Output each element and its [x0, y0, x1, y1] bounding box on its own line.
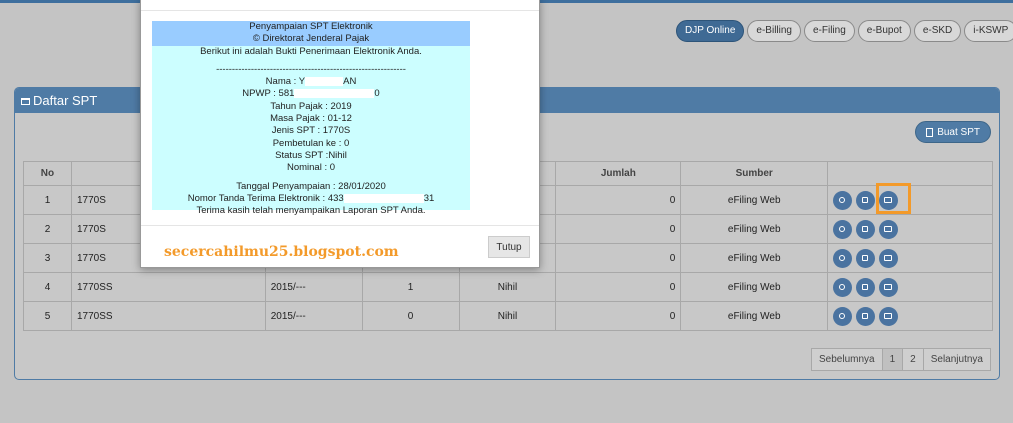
- receipt-status-spt: Status SPT :Nihil: [275, 149, 347, 161]
- cell-no: 3: [23, 243, 72, 273]
- cell-sumber: eFiling Web: [680, 301, 829, 331]
- pagination: Sebelumnya 1 2 Selanjutnya: [811, 348, 991, 371]
- cell-actions: [827, 272, 993, 302]
- inbox-icon[interactable]: [856, 219, 876, 239]
- cell-no: 5: [23, 301, 72, 331]
- cell-jumlah: 0: [555, 301, 682, 331]
- cell-status: Nihil: [458, 272, 557, 302]
- nav-djp-online[interactable]: DJP Online: [676, 20, 745, 42]
- cell-form: 1770SS: [70, 301, 266, 331]
- nav-e-filing[interactable]: e-Filing: [803, 20, 855, 42]
- redaction-mask: [305, 77, 344, 87]
- table-row: 4 1770SS 2015/--- 1 Nihil 0 eFiling Web: [23, 272, 993, 302]
- receipt-thanks: Terima kasih telah menyampaikan Laporan …: [196, 205, 426, 217]
- cell-no: 2: [23, 214, 72, 244]
- redaction-mask: [343, 193, 424, 203]
- receipt-npwp: NPWP : 581 0: [242, 88, 380, 100]
- cell-jumlah: 0: [555, 272, 682, 302]
- print-icon[interactable]: [879, 248, 899, 268]
- receipt-jenis-spt: Jenis SPT : 1770S: [271, 125, 351, 137]
- col-sumber: Sumber: [680, 161, 829, 186]
- search-icon[interactable]: [833, 248, 853, 268]
- receipt-tanggal: Tanggal Penyampaian : 28/01/2020: [236, 180, 386, 192]
- receipt-nominal: Nominal : 0: [286, 162, 336, 174]
- cell-sumber: eFiling Web: [680, 272, 829, 302]
- cell-no: 4: [23, 272, 72, 302]
- cell-actions: [827, 214, 993, 244]
- receipt-ntte: Nomor Tanda Terima Elektronik : 433 31: [187, 192, 435, 204]
- cell-no: 1: [23, 185, 72, 215]
- inbox-icon[interactable]: [856, 277, 876, 297]
- receipt-title: Penyampaian SPT Elektronik: [249, 21, 373, 32]
- receipt-modal: Penyampaian SPT Elektronik © Direktorat …: [140, 0, 540, 268]
- print-icon[interactable]: [879, 306, 899, 326]
- nav-i-kswp[interactable]: i-KSWP: [964, 20, 1013, 42]
- table-row: 5 1770SS 2015/--- 0 Nihil 0 eFiling Web: [23, 301, 993, 331]
- blog-watermark: secercahilmu25.blogspot.com: [164, 244, 399, 260]
- buat-spt-button[interactable]: Buat SPT: [915, 121, 991, 143]
- receipt-copyright: © Direktorat Jenderal Pajak: [252, 33, 370, 45]
- cell-status: Nihil: [458, 301, 557, 331]
- cell-jumlah: 0: [555, 243, 682, 273]
- nav-e-bupot[interactable]: e-Bupot: [857, 20, 911, 42]
- modal-footer-divider: [141, 225, 539, 226]
- cell-actions: [827, 243, 993, 273]
- cell-actions: [827, 301, 993, 331]
- receipt-tahun-pajak: Tahun Pajak : 2019: [270, 100, 352, 112]
- pagination-prev[interactable]: Sebelumnya: [811, 348, 883, 371]
- pagination-page-1[interactable]: 1: [881, 348, 904, 371]
- cell-tahun: 2015/---: [264, 272, 363, 302]
- col-no: No: [23, 161, 72, 186]
- cell-sumber: eFiling Web: [680, 243, 829, 273]
- nav-e-billing[interactable]: e-Billing: [747, 20, 801, 42]
- cell-form: 1770SS: [70, 272, 266, 302]
- pagination-next[interactable]: Selanjutnya: [922, 348, 991, 371]
- search-icon[interactable]: [833, 190, 853, 210]
- receipt-header: Penyampaian SPT Elektronik © Direktorat …: [152, 21, 470, 46]
- print-icon[interactable]: [879, 219, 899, 239]
- inbox-icon[interactable]: [856, 248, 876, 268]
- receipt-box: Penyampaian SPT Elektronik © Direktorat …: [152, 21, 470, 216]
- receipt-separator: ----------------------------------------…: [216, 63, 406, 75]
- cell-pembetulan: 1: [361, 272, 460, 302]
- cell-sumber: eFiling Web: [680, 185, 829, 215]
- print-highlight-box: [876, 183, 911, 214]
- cell-jumlah: 0: [555, 214, 682, 244]
- tutup-button[interactable]: Tutup: [488, 236, 530, 258]
- receipt-intro: Berikut ini adalah Bukti Penerimaan Elek…: [200, 45, 422, 57]
- search-icon[interactable]: [833, 277, 853, 297]
- nav-e-skd[interactable]: e-SKD: [913, 20, 962, 42]
- list-icon: [21, 98, 30, 106]
- receipt-pembetulan: Pembetulan ke : 0: [272, 137, 350, 149]
- search-icon[interactable]: [833, 306, 853, 326]
- cell-tahun: 2015/---: [264, 301, 363, 331]
- document-icon: [926, 127, 934, 137]
- service-nav: DJP Online e-Billing e-Filing e-Bupot e-…: [676, 20, 1013, 42]
- col-actions: [827, 161, 993, 186]
- print-icon[interactable]: [879, 277, 899, 297]
- pagination-page-2[interactable]: 2: [902, 348, 924, 371]
- cell-pembetulan: 0: [361, 301, 460, 331]
- receipt-masa-pajak: Masa Pajak : 01-12: [270, 113, 352, 125]
- inbox-icon[interactable]: [856, 190, 876, 210]
- cell-jumlah: 0: [555, 185, 682, 215]
- inbox-icon[interactable]: [856, 306, 876, 326]
- modal-header-divider: [141, 10, 539, 11]
- col-jumlah: Jumlah: [555, 161, 682, 186]
- buat-spt-label: Buat SPT: [937, 127, 980, 138]
- cell-sumber: eFiling Web: [680, 214, 829, 244]
- receipt-nama: Nama : Y AN: [265, 76, 357, 88]
- panel-title: Daftar SPT: [33, 93, 98, 108]
- redaction-mask: [294, 89, 375, 99]
- search-icon[interactable]: [833, 219, 853, 239]
